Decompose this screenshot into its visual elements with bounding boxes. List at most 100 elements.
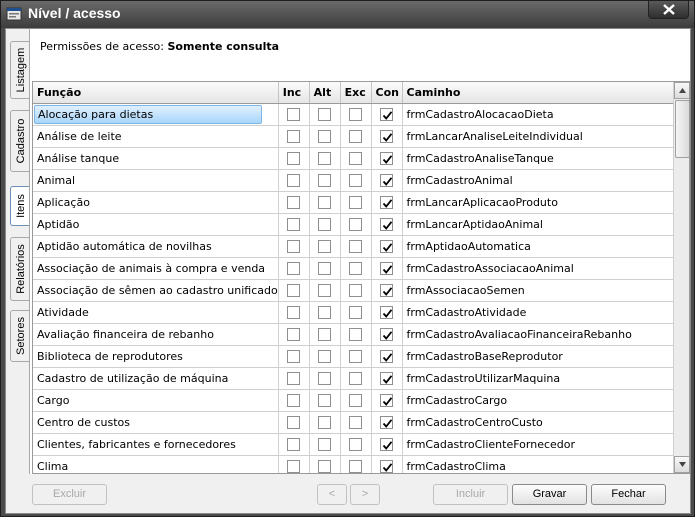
cell-funcao[interactable]: Animal xyxy=(33,169,279,192)
alt-checkbox[interactable] xyxy=(318,327,332,341)
alt-checkbox[interactable] xyxy=(318,349,332,363)
con-checkbox[interactable] xyxy=(380,437,394,451)
exc-checkbox[interactable] xyxy=(349,261,363,275)
inc-checkbox[interactable] xyxy=(287,107,301,121)
table-row[interactable]: Biblioteca de reprodutores frmCadastroBas… xyxy=(33,345,689,368)
table-row[interactable]: Clima frmCadastroClima xyxy=(33,455,689,473)
inc-checkbox[interactable] xyxy=(287,349,301,363)
table-row[interactable]: Alocação para dietas frmCadastroAlocacaoD… xyxy=(33,103,689,126)
table-row[interactable]: Análise de leite frmLancarAnaliseLeiteInd… xyxy=(33,125,689,148)
exc-checkbox[interactable] xyxy=(349,415,363,429)
alt-checkbox[interactable] xyxy=(318,173,332,187)
con-checkbox[interactable] xyxy=(380,371,394,385)
cell-funcao[interactable]: Avaliação financeira de rebanho xyxy=(33,323,279,346)
inc-checkbox[interactable] xyxy=(287,173,301,187)
cell-funcao[interactable]: Clima xyxy=(33,455,279,473)
column-header-exc[interactable]: Exc xyxy=(340,82,372,104)
inc-checkbox[interactable] xyxy=(287,217,301,231)
alt-checkbox[interactable] xyxy=(318,305,332,319)
exc-checkbox[interactable] xyxy=(349,283,363,297)
cell-funcao[interactable]: Aptidão automática de novilhas xyxy=(33,235,279,258)
inc-checkbox[interactable] xyxy=(287,305,301,319)
exc-checkbox[interactable] xyxy=(349,239,363,253)
cell-funcao[interactable]: Análise tanque xyxy=(33,147,279,170)
cell-funcao[interactable]: Aptidão xyxy=(33,213,279,236)
con-checkbox[interactable] xyxy=(380,151,394,165)
cell-funcao[interactable]: Alocação para dietas xyxy=(33,103,279,126)
cell-funcao[interactable]: Associação de sêmen ao cadastro unificad… xyxy=(33,279,279,302)
close-button[interactable] xyxy=(648,1,689,19)
con-checkbox[interactable] xyxy=(380,195,394,209)
exc-checkbox[interactable] xyxy=(349,217,363,231)
table-row[interactable]: Cadastro de utilização de máquina frmCada… xyxy=(33,367,689,390)
exc-checkbox[interactable] xyxy=(349,173,363,187)
cell-funcao[interactable]: Aplicação xyxy=(33,191,279,214)
permissions-grid[interactable]: Função Inc Alt Exc Con Caminho Alocação … xyxy=(32,81,690,474)
cell-funcao[interactable]: Biblioteca de reprodutores xyxy=(33,345,279,368)
con-checkbox[interactable] xyxy=(380,327,394,341)
table-row[interactable]: Clientes, fabricantes e fornecedores frmC… xyxy=(33,433,689,456)
inc-checkbox[interactable] xyxy=(287,327,301,341)
alt-checkbox[interactable] xyxy=(318,437,332,451)
exc-checkbox[interactable] xyxy=(349,437,363,451)
table-row[interactable]: Avaliação financeira de rebanho frmCadast… xyxy=(33,323,689,346)
cell-funcao[interactable]: Cadastro de utilização de máquina xyxy=(33,367,279,390)
exc-checkbox[interactable] xyxy=(349,107,363,121)
alt-checkbox[interactable] xyxy=(318,151,332,165)
table-row[interactable]: Aptidão frmLancarAptidaoAnimal xyxy=(33,213,689,236)
alt-checkbox[interactable] xyxy=(318,283,332,297)
con-checkbox[interactable] xyxy=(380,261,394,275)
inc-checkbox[interactable] xyxy=(287,261,301,275)
cell-funcao[interactable]: Associação de animais à compra e venda xyxy=(33,257,279,280)
table-row[interactable]: Associação de sêmen ao cadastro unificad… xyxy=(33,279,689,302)
alt-checkbox[interactable] xyxy=(318,195,332,209)
exc-checkbox[interactable] xyxy=(349,327,363,341)
table-row[interactable]: Aplicação frmLancarAplicacaoProduto xyxy=(33,191,689,214)
table-row[interactable]: Análise tanque frmCadastroAnaliseTanque xyxy=(33,147,689,170)
column-header-inc[interactable]: Inc xyxy=(278,82,310,104)
exc-checkbox[interactable] xyxy=(349,195,363,209)
inc-checkbox[interactable] xyxy=(287,239,301,253)
title-bar[interactable]: Nível / acesso xyxy=(1,1,694,28)
column-header-con[interactable]: Con xyxy=(371,82,403,104)
table-row[interactable]: Associação de animais à compra e venda fr… xyxy=(33,257,689,280)
fechar-button[interactable]: Fechar xyxy=(591,484,666,505)
alt-checkbox[interactable] xyxy=(318,107,332,121)
con-checkbox[interactable] xyxy=(380,305,394,319)
alt-checkbox[interactable] xyxy=(318,217,332,231)
alt-checkbox[interactable] xyxy=(318,261,332,275)
exc-checkbox[interactable] xyxy=(349,151,363,165)
previous-button[interactable]: < xyxy=(317,484,347,505)
con-checkbox[interactable] xyxy=(380,283,394,297)
table-row[interactable]: Atividade frmCadastroAtividade xyxy=(33,301,689,324)
cell-funcao[interactable]: Centro de custos xyxy=(33,411,279,434)
excluir-button[interactable]: Excluir xyxy=(32,484,107,505)
con-checkbox[interactable] xyxy=(380,107,394,121)
alt-checkbox[interactable] xyxy=(318,239,332,253)
alt-checkbox[interactable] xyxy=(318,415,332,429)
alt-checkbox[interactable] xyxy=(318,129,332,143)
table-row[interactable]: Animal frmCadastroAnimal xyxy=(33,169,689,192)
cell-funcao[interactable]: Análise de leite xyxy=(33,125,279,148)
con-checkbox[interactable] xyxy=(380,173,394,187)
alt-checkbox[interactable] xyxy=(318,371,332,385)
scroll-up-button[interactable] xyxy=(674,82,689,99)
exc-checkbox[interactable] xyxy=(349,371,363,385)
con-checkbox[interactable] xyxy=(380,415,394,429)
exc-checkbox[interactable] xyxy=(349,349,363,363)
column-header-caminho[interactable]: Caminho xyxy=(402,82,689,104)
scroll-thumb[interactable] xyxy=(675,100,689,158)
table-row[interactable]: Aptidão automática de novilhas frmAptidao… xyxy=(33,235,689,258)
column-header-alt[interactable]: Alt xyxy=(309,82,341,104)
con-checkbox[interactable] xyxy=(380,393,394,407)
cell-funcao[interactable]: Atividade xyxy=(33,301,279,324)
con-checkbox[interactable] xyxy=(380,217,394,231)
con-checkbox[interactable] xyxy=(380,349,394,363)
exc-checkbox[interactable] xyxy=(349,129,363,143)
inc-checkbox[interactable] xyxy=(287,459,301,473)
scroll-down-button[interactable] xyxy=(674,456,689,473)
alt-checkbox[interactable] xyxy=(318,393,332,407)
inc-checkbox[interactable] xyxy=(287,393,301,407)
cell-funcao[interactable]: Cargo xyxy=(33,389,279,412)
next-button[interactable]: > xyxy=(350,484,380,505)
